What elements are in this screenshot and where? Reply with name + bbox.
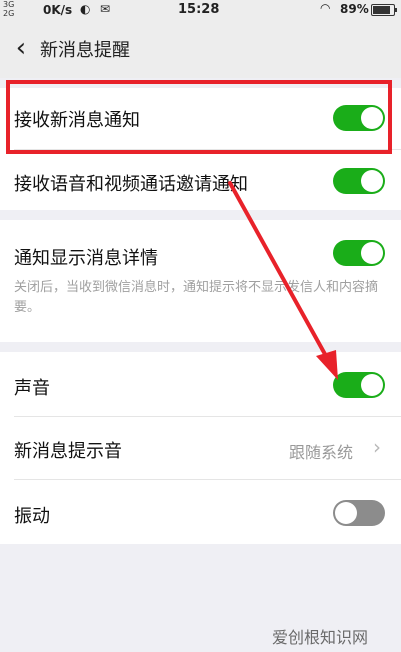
signal-label-top: 3G <box>3 0 15 9</box>
wifi-icon: ◠ <box>320 1 331 15</box>
watermark: 爱创根知识网 <box>272 628 369 647</box>
divider <box>14 479 401 480</box>
sound-label: 声音 <box>14 378 50 399</box>
wechat-icon: ◐ <box>80 2 91 16</box>
network-speed: 0K/s <box>43 3 73 17</box>
chevron-right-icon: › <box>373 435 381 459</box>
toggle-knob <box>361 170 383 192</box>
receive-call-invite-toggle[interactable] <box>333 168 385 194</box>
toggle-knob <box>361 374 383 396</box>
show-message-details-toggle[interactable] <box>333 240 385 266</box>
message-details-group: 通知显示消息详情 关闭后，当收到微信消息时，通知提示将不显示发信人和内容摘要。 <box>0 220 401 342</box>
notification-tone-value: 跟随系统 <box>289 443 354 462</box>
battery-percent: 89% <box>340 2 369 16</box>
battery-icon <box>371 4 397 16</box>
clock: 15:28 <box>178 2 220 17</box>
vibration-toggle[interactable] <box>333 500 385 526</box>
signal-label-bottom: 2G <box>3 9 15 18</box>
highlight-box <box>6 80 392 154</box>
nav-bar: ‹ 新消息提醒 <box>0 20 401 78</box>
toggle-knob <box>335 502 357 524</box>
sound-toggle[interactable] <box>333 372 385 398</box>
back-arrow-icon[interactable]: ‹ <box>6 28 36 68</box>
message-details-description: 关闭后，当收到微信消息时，通知提示将不显示发信人和内容摘要。 <box>14 280 379 315</box>
notification-tone-label: 新消息提示音 <box>14 441 122 462</box>
message-icon: ✉ <box>100 2 111 16</box>
sound-group: 声音 新消息提示音 跟随系统 › 振动 <box>0 352 401 544</box>
vibration-label: 振动 <box>14 506 50 527</box>
signal-indicator: 3G 2G <box>3 0 14 18</box>
page-title: 新消息提醒 <box>40 40 130 61</box>
status-bar: 3G 2G 0K/s ◐ ✉ 15:28 ◠ 89% <box>0 0 401 20</box>
toggle-knob <box>361 242 383 264</box>
show-message-details-label: 通知显示消息详情 <box>14 248 158 269</box>
receive-call-invite-label: 接收语音和视频通话邀请通知 <box>14 174 248 195</box>
notification-tone-row[interactable]: 新消息提示音 跟随系统 › <box>0 417 401 479</box>
